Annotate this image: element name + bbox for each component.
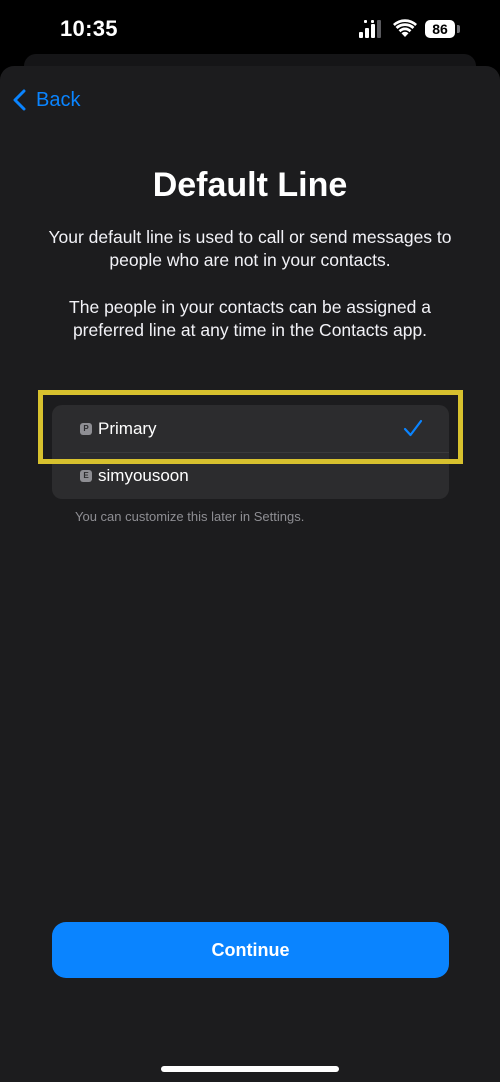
status-time: 10:35 xyxy=(60,16,118,41)
battery-cap xyxy=(457,25,460,33)
back-label: Back xyxy=(36,88,81,111)
line-option-simyousoon[interactable]: E simyousoon xyxy=(52,452,449,499)
battery-level: 86 xyxy=(432,21,448,37)
continue-button[interactable]: Continue xyxy=(52,922,449,978)
signal-icon xyxy=(359,20,381,38)
line-option-label: simyousoon xyxy=(98,465,189,485)
line-option-primary[interactable]: P Primary xyxy=(52,405,449,452)
settings-footnote: You can customize this later in Settings… xyxy=(75,509,305,524)
sim-badge-icon: P xyxy=(80,422,92,435)
checkmark-icon xyxy=(403,419,423,437)
line-list: P Primary E simyousoon xyxy=(52,405,449,499)
status-bar: 10:35 86 xyxy=(0,0,500,60)
screen: 10:35 86 Back Default Line Your default … xyxy=(0,0,500,1082)
description-default-line: Your default line is used to call or sen… xyxy=(48,227,452,270)
wifi-icon xyxy=(393,19,417,37)
battery-icon: 86 xyxy=(425,20,455,38)
description-contacts: The people in your contacts can be assig… xyxy=(69,297,431,340)
chevron-left-icon xyxy=(13,89,26,111)
back-button[interactable]: Back xyxy=(12,85,80,115)
sim-badge-icon: E xyxy=(80,469,92,482)
default-line-sheet: Back Default Line Your default line is u… xyxy=(0,66,500,1082)
page-title: Default Line xyxy=(152,166,348,204)
home-indicator xyxy=(161,1066,339,1072)
line-option-label: Primary xyxy=(98,418,157,438)
